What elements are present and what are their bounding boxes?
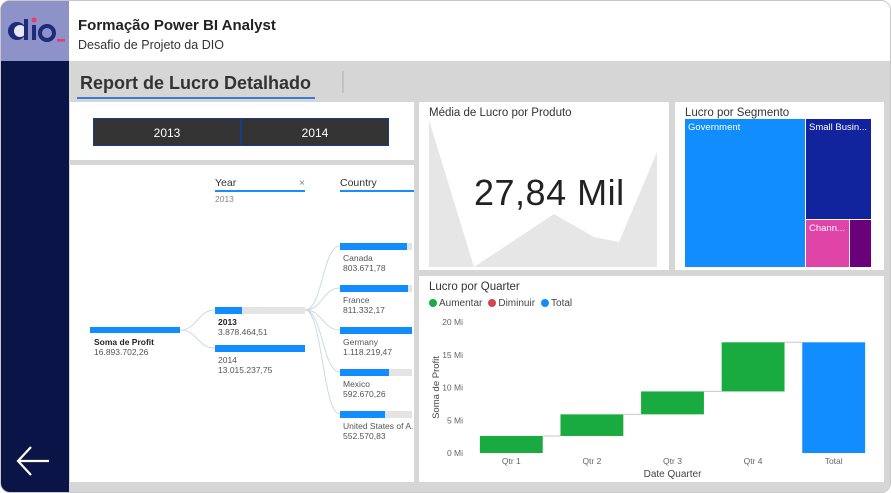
card-value: 27,84 Mil	[474, 172, 625, 213]
country-node-bar-1[interactable]	[340, 285, 412, 292]
slicer-option-2014[interactable]: 2014	[241, 118, 389, 146]
country-node-bar-2[interactable]	[340, 327, 412, 334]
waterfall-bar-qtr-2	[560, 414, 624, 436]
app-subtitle: Desafio de Projeto da DIO	[78, 38, 224, 52]
year-level-filter: 2013	[215, 194, 234, 204]
country-node-label: France	[343, 295, 370, 305]
year-node-bar-fill	[215, 345, 305, 352]
slicer-option-2013[interactable]: 2013	[93, 118, 241, 146]
quarter-waterfall-chart[interactable]: Lucro por Quarter Aumentar Diminuir Tota…	[419, 276, 884, 482]
app-title: Formação Power BI Analyst	[78, 17, 276, 34]
country-node-bar-0[interactable]	[340, 243, 412, 250]
header: Formação Power BI Analyst Desafio de Pro…	[69, 1, 890, 61]
y-tick-label: 5 Mi	[447, 415, 463, 425]
x-tick-label: Qtr 4	[744, 456, 763, 466]
y-tick-label: 20 Mi	[442, 317, 463, 327]
country-level-header[interactable]: Country	[340, 177, 414, 192]
y-axis-title: Soma de Profit	[431, 356, 442, 419]
country-node-value: 811.332,17	[343, 305, 385, 315]
waterfall-bar-qtr-3	[641, 391, 704, 415]
country-node-bar-fill	[340, 243, 407, 250]
tree-connector	[304, 245, 341, 311]
report-title: Report de Lucro Detalhado	[77, 71, 316, 99]
country-node-bar-fill	[340, 369, 389, 376]
year-header-label: Year	[215, 177, 237, 189]
dio-logo	[1, 1, 69, 61]
country-node-bar-4[interactable]	[340, 411, 412, 418]
country-node-label: Germany	[343, 337, 378, 347]
waterfall-bar-total	[802, 342, 866, 453]
tree-connector	[304, 309, 341, 415]
country-node-value: 552.570,83	[343, 431, 386, 441]
year-slicer: 2013 2014	[70, 102, 414, 160]
country-node-bar-fill	[340, 411, 385, 418]
country-node-bar-fill	[340, 327, 412, 334]
x-axis-title: Date Quarter	[644, 469, 702, 480]
year-node-bar-fill	[215, 307, 242, 314]
x-tick-label: Qtr 1	[502, 456, 521, 466]
country-node-value: 803.671,78	[343, 263, 386, 273]
treemap-tile-other[interactable]	[850, 220, 871, 267]
tree-connector	[179, 309, 216, 331]
treemap-tile-small-business[interactable]: Small Busin...	[806, 119, 871, 219]
tree-connector	[304, 287, 341, 311]
clear-level-icon[interactable]: ×	[299, 177, 305, 189]
treemap-tile-government[interactable]: Government	[685, 119, 805, 267]
year-node-bar-0[interactable]	[215, 307, 305, 314]
x-tick-label: Qtr 3	[663, 456, 682, 466]
report-window: Formação Power BI Analyst Desafio de Pro…	[0, 0, 891, 493]
y-tick-label: 15 Mi	[442, 350, 463, 360]
waterfall-bar-qtr-4	[721, 342, 785, 392]
root-bar[interactable]	[90, 327, 180, 333]
y-tick-label: 0 Mi	[447, 448, 463, 458]
year-level-header[interactable]: Year ×	[215, 177, 305, 192]
country-node-bar-fill	[340, 285, 408, 292]
year-node-value: 13.015.237,75	[218, 365, 273, 375]
x-tick-label: Total	[825, 456, 843, 466]
avg-profit-card[interactable]: Média de Lucro por Produto 27,84 Mil	[419, 102, 669, 270]
country-node-bar-3[interactable]	[340, 369, 412, 376]
country-node-label: United States of A...	[343, 421, 414, 431]
sidebar	[1, 1, 69, 492]
year-node-label: 2013	[218, 317, 237, 327]
root-value: 16.893.702,26	[94, 347, 149, 357]
country-node-label: Canada	[343, 253, 373, 263]
decomposition-tree[interactable]: Year × 2013 Country Soma de Profit 16.89…	[70, 165, 414, 482]
country-node-value: 592.670,26	[343, 389, 386, 399]
treemap-title: Lucro por Segmento	[685, 107, 790, 119]
year-node-label: 2014	[218, 355, 237, 365]
country-node-value: 1.118.219,47	[343, 347, 392, 357]
segment-treemap[interactable]: Lucro por Segmento Government Small Busi…	[675, 102, 884, 270]
y-tick-label: 10 Mi	[442, 383, 463, 393]
country-node-label: Mexico	[343, 379, 370, 389]
treemap-tile-channel[interactable]: Chann...	[806, 220, 849, 267]
title-divider	[342, 71, 344, 93]
waterfall-plot: 0 Mi 5 Mi 10 Mi 15 Mi 20 Mi Soma de Profit Dat…	[431, 317, 866, 480]
waterfall-bar-qtr-1	[479, 435, 543, 453]
x-tick-label: Qtr 2	[582, 456, 601, 466]
back-arrow-icon[interactable]	[15, 443, 51, 484]
year-node-bar-1[interactable]	[215, 345, 305, 352]
year-node-value: 3.878.464,51	[218, 327, 268, 337]
report-canvas: Report de Lucro Detalhado 2013 2014 Year…	[69, 61, 890, 492]
root-label: Soma de Profit	[94, 337, 154, 347]
tree-connector	[179, 329, 216, 349]
